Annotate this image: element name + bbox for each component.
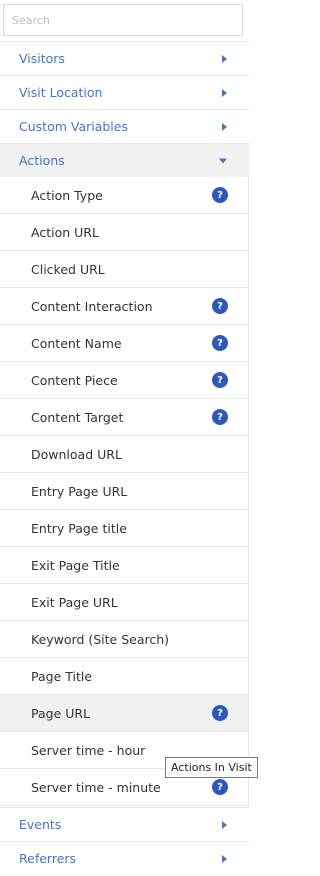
item-label: Server time - minute xyxy=(31,779,161,795)
list-item[interactable]: Entry Page URL xyxy=(0,473,248,510)
list-item[interactable]: Download URL xyxy=(0,436,248,473)
category-visit-location[interactable]: Visit Location xyxy=(0,75,249,109)
help-icon[interactable]: ? xyxy=(212,779,228,795)
category-label: Custom Variables xyxy=(19,119,128,134)
item-label: Content Piece xyxy=(31,372,118,388)
list-item[interactable]: Exit Page Title xyxy=(0,547,248,584)
item-label: Entry Page title xyxy=(31,520,127,536)
arrow-right-icon xyxy=(222,820,227,829)
search-box[interactable] xyxy=(3,4,243,36)
arrow-right-icon xyxy=(222,88,227,97)
arrow-right-icon xyxy=(222,54,227,63)
list-item[interactable]: Action Type ? xyxy=(0,177,248,214)
help-icon[interactable]: ? xyxy=(212,372,228,388)
category-label: Actions xyxy=(19,153,65,168)
tooltip: Actions In Visit xyxy=(165,757,258,778)
list-item[interactable]: Entry Page title xyxy=(0,510,248,547)
category-label: Visitors xyxy=(19,51,65,66)
list-item[interactable]: Keyword (Site Search) xyxy=(0,621,248,658)
arrow-right-icon xyxy=(222,854,227,863)
arrow-right-icon xyxy=(222,122,227,131)
item-label: Page URL xyxy=(31,705,91,721)
item-label: Content Interaction xyxy=(31,298,153,314)
list-item[interactable]: Content Piece ? xyxy=(0,362,248,399)
help-icon[interactable]: ? xyxy=(212,705,228,721)
item-label: Server time - hour xyxy=(31,742,146,758)
actions-item-list: Action Type ? Action URL Clicked URL Con… xyxy=(0,177,249,806)
category-custom-variables[interactable]: Custom Variables xyxy=(0,109,249,143)
list-item[interactable]: Content Target ? xyxy=(0,399,248,436)
item-label: Exit Page URL xyxy=(31,594,118,610)
category-label: Visit Location xyxy=(19,85,103,100)
category-events[interactable]: Events xyxy=(0,807,249,841)
item-label: Page Title xyxy=(31,668,93,684)
help-icon[interactable]: ? xyxy=(212,335,228,351)
category-visitors[interactable]: Visitors xyxy=(0,41,249,75)
item-label: Action Type xyxy=(31,187,103,203)
list-item[interactable]: Exit Page URL xyxy=(0,584,248,621)
item-label: Content Name xyxy=(31,335,122,351)
item-label: Exit Page Title xyxy=(31,557,120,573)
help-icon[interactable]: ? xyxy=(212,409,228,425)
list-item[interactable]: Content Name ? xyxy=(0,325,248,362)
category-actions[interactable]: Actions xyxy=(0,143,249,177)
category-label: Events xyxy=(19,817,62,832)
item-label: Entry Page URL xyxy=(31,483,128,499)
item-label: Action URL xyxy=(31,224,99,240)
tooltip-text: Actions In Visit xyxy=(171,761,252,774)
help-icon[interactable]: ? xyxy=(212,187,228,203)
list-item-hovered[interactable]: Page URL ? xyxy=(0,695,248,732)
list-item[interactable]: Action URL xyxy=(0,214,248,251)
category-referrers[interactable]: Referrers xyxy=(0,841,249,875)
search-input[interactable] xyxy=(4,5,242,35)
item-label: Content Target xyxy=(31,409,124,425)
arrow-down-icon xyxy=(219,158,227,163)
item-label: Keyword (Site Search) xyxy=(31,631,170,647)
list-item[interactable]: Clicked URL xyxy=(0,251,248,288)
category-label: Referrers xyxy=(19,851,77,866)
help-icon[interactable]: ? xyxy=(212,298,228,314)
item-label: Download URL xyxy=(31,446,122,462)
item-label: Clicked URL xyxy=(31,261,105,277)
list-item[interactable]: Page Title xyxy=(0,658,248,695)
list-item[interactable]: Content Interaction ? xyxy=(0,288,248,325)
